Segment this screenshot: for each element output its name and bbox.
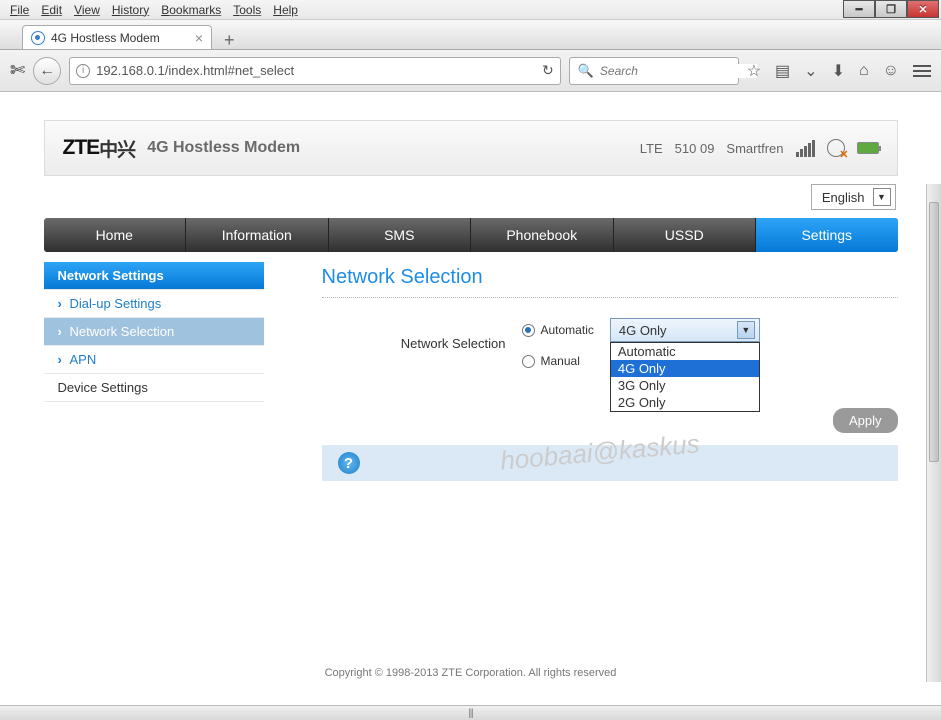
status-operator: Smartfren: [726, 141, 783, 156]
reading-list-icon[interactable]: ▤: [775, 61, 790, 81]
sidebar-head-network[interactable]: Network Settings: [44, 262, 264, 290]
battery-icon: [857, 142, 879, 154]
bookmark-star-icon[interactable]: ☆: [747, 61, 761, 81]
sidebar-item-dialup[interactable]: Dial-up Settings: [44, 290, 264, 318]
option-2g-only[interactable]: 2G Only: [611, 394, 759, 411]
product-name: 4G Hostless Modem: [147, 139, 300, 157]
search-field[interactable]: 🔍: [569, 57, 739, 85]
page-viewport: ZTE中兴 4G Hostless Modem LTE 510 09 Smart…: [0, 92, 941, 697]
apply-button[interactable]: Apply: [833, 408, 898, 433]
menu-file[interactable]: File: [4, 2, 35, 18]
menu-icon[interactable]: [913, 65, 931, 77]
favicon-icon: [31, 31, 45, 45]
globe-error-icon: [827, 139, 845, 157]
language-value: English: [822, 190, 865, 205]
language-select[interactable]: English ▼: [811, 184, 896, 210]
select-value: 4G Only: [619, 323, 667, 338]
new-tab-button[interactable]: +: [218, 31, 241, 49]
footer: Copyright © 1998-2013 ZTE Corporation. A…: [0, 667, 941, 679]
radio-manual[interactable]: [522, 355, 535, 368]
radio-automatic[interactable]: [522, 324, 535, 337]
sidebar-head-device[interactable]: Device Settings: [44, 374, 264, 402]
vertical-scrollbar[interactable]: [926, 184, 941, 682]
close-button[interactable]: ✕: [907, 0, 939, 18]
logo: ZTE中兴: [63, 135, 136, 162]
address-bar: ✄ ← i ↻ 🔍 ☆ ▤ ⌄ ⬇ ⌂ ☺: [0, 50, 941, 92]
minimize-button[interactable]: ━: [843, 0, 875, 18]
search-icon: 🔍: [578, 63, 594, 79]
window-controls: ━ ❐ ✕: [843, 0, 939, 18]
maximize-button[interactable]: ❐: [875, 0, 907, 18]
menubar: File Edit View History Bookmarks Tools H…: [0, 0, 941, 20]
sidebar-item-apn[interactable]: APN: [44, 346, 264, 374]
chat-icon[interactable]: ☺: [883, 62, 899, 80]
option-automatic[interactable]: Automatic: [611, 343, 759, 360]
help-icon[interactable]: ?: [338, 452, 360, 474]
reload-icon[interactable]: ↻: [542, 62, 554, 79]
search-input[interactable]: [600, 64, 757, 78]
home-icon[interactable]: ⌂: [859, 62, 869, 80]
menu-edit[interactable]: Edit: [35, 2, 68, 18]
menu-history[interactable]: History: [106, 2, 155, 18]
logo-text: ZTE: [63, 136, 100, 160]
scrollbar-grip-icon: |||: [468, 708, 473, 719]
nav-settings[interactable]: Settings: [756, 218, 898, 252]
nav-sms[interactable]: SMS: [329, 218, 472, 252]
nav-ussd[interactable]: USSD: [614, 218, 757, 252]
url-input[interactable]: [96, 63, 536, 78]
chevron-down-icon: ▼: [737, 321, 755, 339]
horizontal-scrollbar[interactable]: |||: [0, 705, 941, 720]
site-info-icon[interactable]: i: [76, 64, 90, 78]
radio-automatic-label: Automatic: [541, 323, 594, 337]
main-nav: Home Information SMS Phonebook USSD Sett…: [44, 218, 898, 252]
pocket-icon[interactable]: ⌄: [804, 61, 817, 81]
tab-close-icon[interactable]: ×: [195, 31, 203, 45]
sidebar: Network Settings Dial-up Settings Networ…: [44, 262, 264, 481]
downloads-icon[interactable]: ⬇: [832, 61, 845, 81]
logo-cn: 中兴: [99, 135, 135, 162]
option-4g-only[interactable]: 4G Only: [611, 360, 759, 377]
network-mode-dropdown: Automatic 4G Only 3G Only 2G Only: [610, 342, 760, 412]
nav-phonebook[interactable]: Phonebook: [471, 218, 614, 252]
content-area: Network Selection Network Selection Auto…: [264, 262, 898, 481]
page-title: Network Selection: [322, 266, 898, 289]
status-net: LTE: [640, 141, 663, 156]
toolbar-icons: ☆ ▤ ⌄ ⬇ ⌂ ☺: [747, 61, 931, 81]
form-label-netselect: Network Selection: [322, 336, 522, 351]
scrollbar-thumb[interactable]: [929, 202, 939, 462]
help-bar: ?: [322, 445, 898, 481]
nav-home[interactable]: Home: [44, 218, 187, 252]
nav-back-button[interactable]: ←: [33, 57, 61, 85]
menu-help[interactable]: Help: [267, 2, 304, 18]
divider: [322, 297, 898, 298]
status-group: LTE 510 09 Smartfren: [640, 139, 879, 157]
browser-tab[interactable]: 4G Hostless Modem ×: [22, 25, 212, 49]
signal-icon: [796, 140, 815, 157]
nav-information[interactable]: Information: [186, 218, 329, 252]
device-header: ZTE中兴 4G Hostless Modem LTE 510 09 Smart…: [44, 120, 898, 176]
menu-tools[interactable]: Tools: [227, 2, 267, 18]
status-plmn: 510 09: [675, 141, 715, 156]
tab-strip: 4G Hostless Modem × +: [0, 20, 941, 50]
url-field[interactable]: i ↻: [69, 57, 561, 85]
option-3g-only[interactable]: 3G Only: [611, 377, 759, 394]
chevron-down-icon: ▼: [873, 188, 891, 206]
radio-manual-label: Manual: [541, 354, 580, 368]
scissors-icon[interactable]: ✄: [10, 60, 25, 81]
tab-title: 4G Hostless Modem: [51, 31, 160, 45]
network-mode-select[interactable]: 4G Only ▼: [610, 318, 760, 342]
sidebar-item-netselection[interactable]: Network Selection: [44, 318, 264, 346]
menu-view[interactable]: View: [68, 2, 106, 18]
menu-bookmarks[interactable]: Bookmarks: [155, 2, 227, 18]
